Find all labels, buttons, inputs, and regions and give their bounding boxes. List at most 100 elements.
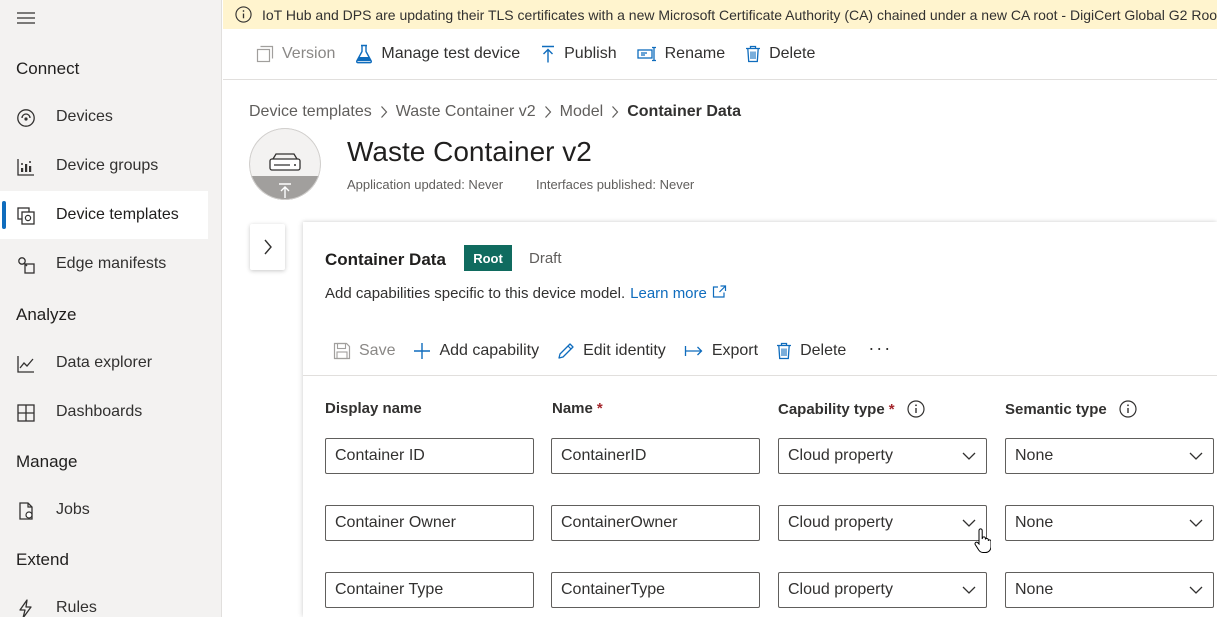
capability-type-dropdown[interactable]: Cloud property bbox=[778, 505, 987, 541]
breadcrumb: Device templates Waste Container v2 Mode… bbox=[249, 103, 741, 121]
chevron-down-icon bbox=[962, 452, 976, 460]
sidebar-item-dashboards[interactable]: Dashboards bbox=[0, 388, 208, 436]
publish-label: Publish bbox=[564, 45, 617, 62]
export-label: Export bbox=[711, 342, 759, 359]
devices-icon bbox=[16, 108, 36, 128]
delete-label: Delete bbox=[769, 45, 816, 62]
manage-test-device-button[interactable]: Manage test device bbox=[355, 36, 520, 72]
jobs-icon bbox=[16, 501, 36, 521]
sidebar-item-label: Devices bbox=[56, 108, 113, 125]
breadcrumb-model[interactable]: Model bbox=[560, 103, 604, 121]
root-badge: Root bbox=[464, 245, 512, 271]
sidebar-item-device-groups[interactable]: Device groups bbox=[0, 142, 208, 190]
required-marker: * bbox=[888, 400, 895, 418]
column-header-semantic-type: Semantic type bbox=[1005, 400, 1137, 418]
export-icon bbox=[684, 346, 703, 356]
delete-interface-label: Delete bbox=[800, 342, 847, 359]
device-groups-icon bbox=[16, 157, 36, 177]
export-button[interactable]: Export bbox=[684, 342, 758, 360]
dropdown-value: None bbox=[1015, 447, 1054, 464]
chevron-down-icon bbox=[1189, 452, 1203, 460]
nav-section-extend: Extend bbox=[16, 550, 69, 569]
info-icon[interactable] bbox=[1119, 400, 1137, 418]
name-input[interactable] bbox=[551, 438, 760, 474]
display-name-input[interactable] bbox=[325, 572, 534, 608]
left-navigation: Connect Devices Device groups Device tem… bbox=[0, 0, 222, 617]
capability-type-dropdown[interactable]: Cloud property bbox=[778, 572, 987, 608]
publish-icon bbox=[542, 45, 555, 63]
interface-title: Container Data bbox=[325, 250, 446, 269]
add-capability-button[interactable]: Add capability bbox=[413, 342, 539, 360]
rename-label: Rename bbox=[664, 45, 726, 62]
publish-button[interactable]: Publish bbox=[540, 36, 617, 72]
semantic-type-dropdown[interactable]: None bbox=[1005, 572, 1214, 608]
chevron-down-icon bbox=[1189, 519, 1203, 527]
column-header-label: Display name bbox=[325, 400, 422, 417]
info-icon[interactable] bbox=[906, 400, 925, 418]
more-options-icon[interactable]: ··· bbox=[868, 338, 892, 359]
learn-more-link[interactable]: Learn more bbox=[630, 285, 707, 302]
chevron-right-icon bbox=[380, 106, 388, 118]
delete-template-button[interactable]: Delete bbox=[745, 36, 815, 72]
semantic-type-dropdown[interactable]: None bbox=[1005, 438, 1214, 474]
interfaces-published-text: Interfaces published: Never bbox=[536, 177, 695, 192]
hamburger-menu-icon[interactable] bbox=[16, 11, 36, 25]
data-explorer-icon bbox=[16, 354, 36, 374]
sidebar-item-devices[interactable]: Devices bbox=[0, 93, 208, 141]
breadcrumb-current: Container Data bbox=[627, 103, 742, 120]
display-name-input[interactable] bbox=[325, 505, 534, 541]
dropdown-value: None bbox=[1015, 514, 1054, 531]
trash-icon bbox=[777, 342, 792, 360]
manage-test-device-label: Manage test device bbox=[381, 45, 521, 62]
template-toolbar: Version Manage test device Publish Renam… bbox=[223, 29, 1217, 80]
sidebar-item-label: Device groups bbox=[56, 157, 159, 174]
save-icon bbox=[333, 342, 351, 360]
chevron-down-icon bbox=[962, 519, 976, 527]
flask-icon bbox=[356, 44, 373, 64]
nav-section-analyze: Analyze bbox=[16, 305, 77, 324]
sidebar-item-rules[interactable]: Rules bbox=[0, 584, 208, 617]
rename-button[interactable]: Rename bbox=[636, 36, 726, 72]
version-button[interactable]: Version bbox=[256, 36, 335, 72]
sidebar-item-label: Data explorer bbox=[56, 354, 153, 371]
edit-identity-label: Edit identity bbox=[583, 342, 666, 359]
sidebar-item-label: Dashboards bbox=[56, 403, 143, 420]
dropdown-value: Cloud property bbox=[788, 581, 893, 598]
name-input[interactable] bbox=[551, 505, 760, 541]
panel-description: Add capabilities specific to this device… bbox=[325, 285, 727, 302]
sidebar-item-label: Edge manifests bbox=[56, 255, 167, 272]
chevron-right-icon bbox=[612, 106, 619, 118]
rename-icon bbox=[636, 46, 656, 62]
dashboards-icon bbox=[16, 403, 36, 423]
name-input[interactable] bbox=[551, 572, 760, 608]
tls-notification-banner: IoT Hub and DPS are updating their TLS c… bbox=[223, 0, 1217, 29]
sidebar-item-jobs[interactable]: Jobs bbox=[0, 486, 208, 534]
sidebar-item-label: Jobs bbox=[56, 501, 90, 518]
semantic-type-dropdown[interactable]: None bbox=[1005, 505, 1214, 541]
chevron-right-icon bbox=[263, 239, 272, 255]
dropdown-value: Cloud property bbox=[788, 447, 893, 464]
capability-type-dropdown[interactable]: Cloud property bbox=[778, 438, 987, 474]
sidebar-item-label: Rules bbox=[56, 599, 97, 616]
info-icon bbox=[235, 6, 252, 23]
template-avatar[interactable] bbox=[249, 128, 321, 200]
save-button[interactable]: Save bbox=[333, 342, 395, 360]
interface-editor-panel: Container Data Root Draft Add capabiliti… bbox=[303, 222, 1217, 617]
column-header-label: Capability type bbox=[778, 400, 885, 418]
column-header-label: Name bbox=[552, 400, 593, 417]
add-capability-label: Add capability bbox=[439, 342, 540, 359]
page-title: Waste Container v2 bbox=[347, 136, 592, 167]
chevron-down-icon bbox=[962, 586, 976, 594]
breadcrumb-device-templates[interactable]: Device templates bbox=[249, 103, 372, 121]
sidebar-item-edge-manifests[interactable]: Edge manifests bbox=[0, 240, 208, 288]
draft-status: Draft bbox=[529, 250, 562, 267]
delete-interface-button[interactable]: Delete bbox=[776, 342, 846, 360]
edit-identity-button[interactable]: Edit identity bbox=[557, 342, 666, 360]
display-name-input[interactable] bbox=[325, 438, 534, 474]
sidebar-item-label: Device templates bbox=[56, 206, 179, 223]
sidebar-item-data-explorer[interactable]: Data explorer bbox=[0, 339, 208, 387]
rules-icon bbox=[16, 599, 36, 617]
breadcrumb-waste-container[interactable]: Waste Container v2 bbox=[396, 103, 536, 121]
expand-model-pane-button[interactable] bbox=[250, 224, 285, 270]
sidebar-item-device-templates[interactable]: Device templates bbox=[0, 191, 208, 239]
